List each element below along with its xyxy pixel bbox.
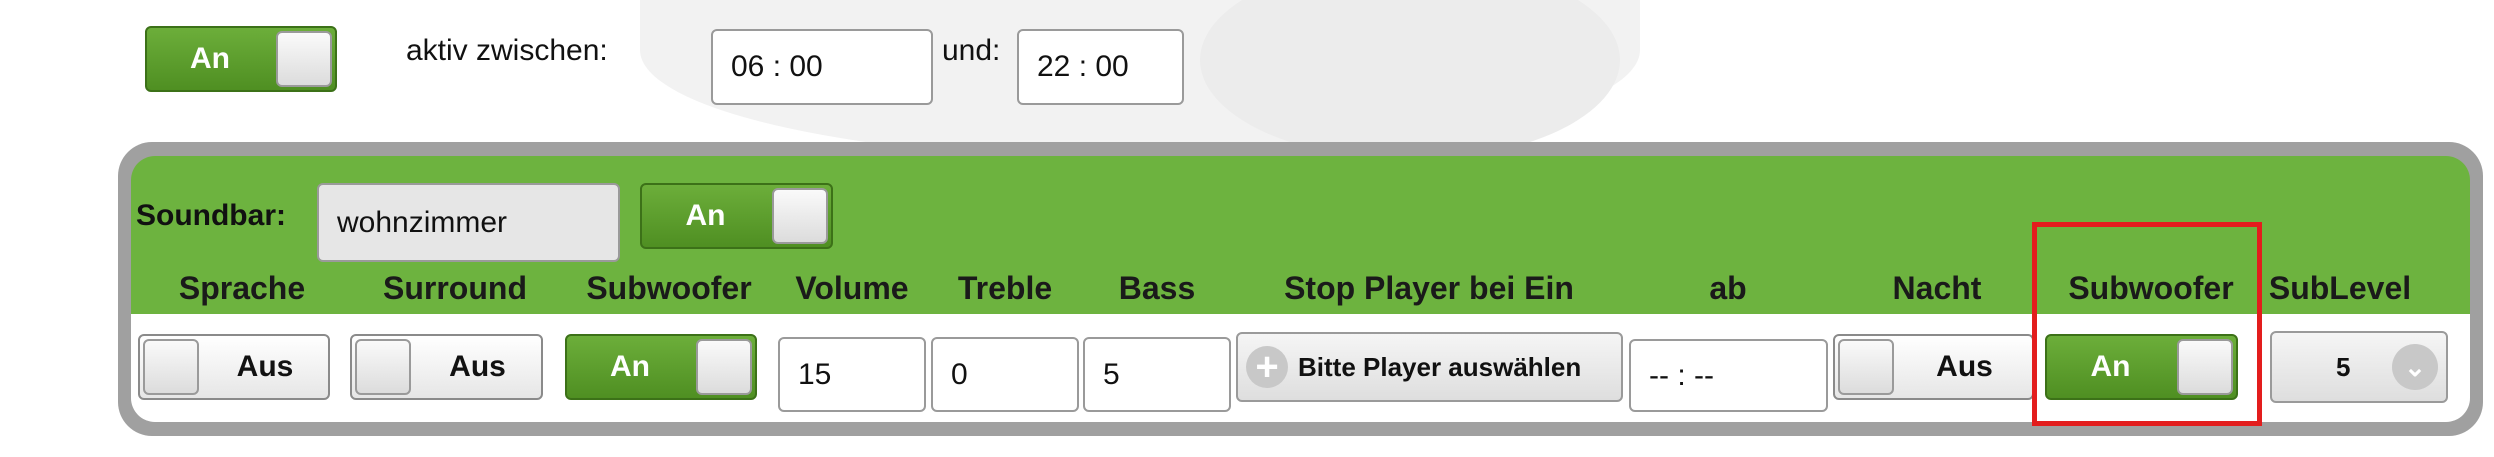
soundbar-label: Soundbar: xyxy=(136,199,286,232)
and-label: und: xyxy=(942,34,1001,67)
sublevel-value: 5 xyxy=(2336,351,2351,382)
header-bass: Bass xyxy=(1118,270,1196,306)
treble-input[interactable]: 0 xyxy=(931,337,1079,412)
toggle-knob xyxy=(355,339,411,395)
toggle-knob xyxy=(143,339,199,395)
active-between-label: aktiv zwischen: xyxy=(406,34,608,67)
subwoofer-toggle-label: An xyxy=(610,350,650,383)
end-time-input[interactable]: 22 : 00 xyxy=(1017,29,1184,105)
soundbar-name-input[interactable]: wohnzimmer xyxy=(317,183,620,262)
schedule-toggle[interactable]: An xyxy=(145,26,337,92)
header-sprache: Sprache xyxy=(178,270,306,306)
chevron-down-icon: ⌄ xyxy=(2392,344,2438,390)
nacht-toggle-label: Aus xyxy=(1936,350,1993,383)
header-volume: Volume xyxy=(795,270,909,306)
sublevel-select[interactable]: 5 ⌄ xyxy=(2270,331,2448,403)
volume-input[interactable]: 15 xyxy=(778,337,926,412)
select-player-label: Bitte Player auswählen xyxy=(1298,351,1582,382)
toggle-knob xyxy=(276,31,332,87)
toggle-knob xyxy=(1838,339,1894,395)
bass-input[interactable]: 5 xyxy=(1083,337,1231,412)
plus-icon: + xyxy=(1246,346,1288,388)
header-ab: ab xyxy=(1709,270,1747,306)
nacht-toggle[interactable]: Aus xyxy=(1833,334,2034,400)
header-sublevel: SubLevel xyxy=(2268,270,2412,306)
header-nacht: Nacht xyxy=(1892,270,1982,306)
header-subwoofer: Subwoofer xyxy=(586,270,752,306)
sprache-toggle-label: Aus xyxy=(236,350,294,383)
surround-toggle-label: Aus xyxy=(449,350,506,383)
sprache-toggle[interactable]: Aus xyxy=(138,334,330,400)
schedule-toggle-label: An xyxy=(190,42,230,75)
soundbar-toggle-label: An xyxy=(685,199,726,232)
subwoofer-toggle[interactable]: An xyxy=(565,334,757,400)
highlight-box xyxy=(2032,222,2262,426)
soundbar-toggle[interactable]: An xyxy=(640,183,833,249)
ab-time-input[interactable]: -- : -- xyxy=(1629,339,1828,412)
toggle-knob xyxy=(772,188,828,244)
header-surround: Surround xyxy=(383,270,527,306)
select-player-button[interactable]: + Bitte Player auswählen xyxy=(1236,332,1623,402)
start-time-input[interactable]: 06 : 00 xyxy=(711,29,933,105)
header-stop-player: Stop Player bei Ein xyxy=(1284,270,1574,306)
header-treble: Treble xyxy=(957,270,1053,306)
surround-toggle[interactable]: Aus xyxy=(350,334,543,400)
toggle-knob xyxy=(696,339,752,395)
